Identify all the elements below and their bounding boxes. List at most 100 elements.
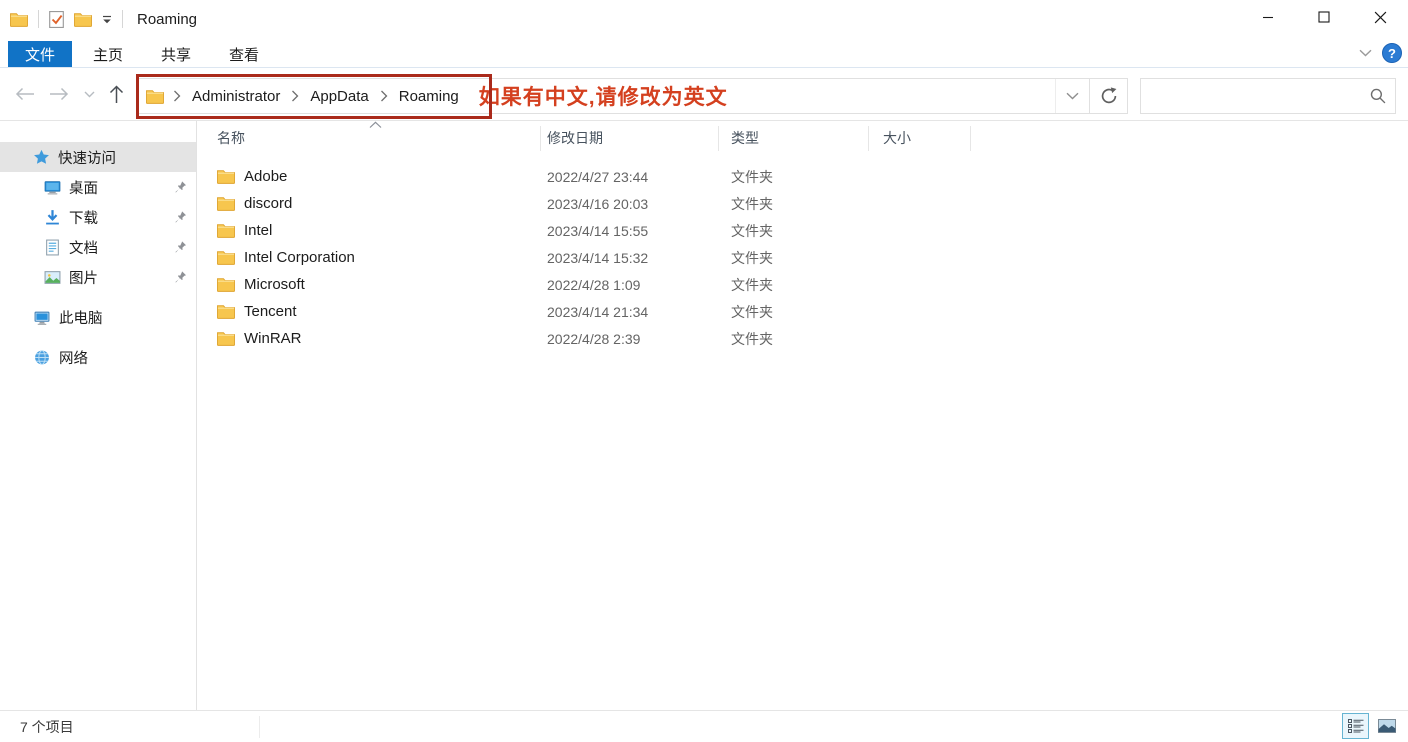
sidebar-item-desktop[interactable]: 桌面 [0,172,196,202]
folder-icon [217,331,235,346]
quick-access-star-icon [33,149,50,166]
titlebar-separator [122,10,123,28]
file-type: 文件夹 [718,221,868,241]
pin-icon[interactable] [174,180,187,193]
pin-icon[interactable] [174,240,187,253]
search-box[interactable] [1140,78,1396,114]
ribbon-tab-bar: 文件 主页 共享 查看 ? [0,38,1408,68]
column-separator[interactable] [868,126,869,151]
breadcrumb-item-roaming[interactable]: Roaming [397,86,461,107]
file-name: Intel Corporation [244,249,355,266]
help-button[interactable]: ? [1382,43,1402,63]
breadcrumb-chevron-icon[interactable] [173,90,181,102]
tab-home[interactable]: 主页 [76,41,140,67]
column-separator[interactable] [718,126,719,151]
column-header-row: 名称 修改日期 类型 大小 [197,123,1408,153]
column-header-type[interactable]: 类型 [718,128,868,148]
column-separator[interactable] [970,126,971,151]
recent-locations-chevron-icon[interactable] [84,91,95,98]
breadcrumb-chevron-icon[interactable] [380,90,388,102]
breadcrumb-item-administrator[interactable]: Administrator [190,86,282,107]
file-type: 文件夹 [718,167,868,187]
folder-icon [217,169,235,184]
main-area: 快速访问 桌面 下载 文档 图片 [0,120,1408,710]
annotation-text: 如果有中文,请修改为英文 [479,81,728,111]
file-date: 2023/4/14 15:32 [540,250,718,266]
pin-icon[interactable] [174,210,187,223]
status-bar: 7 个项目 [0,710,1408,742]
customize-qat-dropdown-icon[interactable] [102,15,112,24]
refresh-icon [1100,87,1118,105]
minimize-button[interactable] [1240,0,1296,34]
tab-share[interactable]: 共享 [144,41,208,67]
folder-icon [217,250,235,265]
file-name: Tencent [244,303,297,320]
table-row[interactable]: Tencent 2023/4/14 21:34 文件夹 [197,298,1408,325]
file-date: 2023/4/14 21:34 [540,304,718,320]
table-row[interactable]: discord 2023/4/16 20:03 文件夹 [197,190,1408,217]
file-name: Intel [244,222,272,239]
table-row[interactable]: Intel Corporation 2023/4/14 15:32 文件夹 [197,244,1408,271]
breadcrumb-item-appdata[interactable]: AppData [308,86,370,107]
tab-view[interactable]: 查看 [212,41,276,67]
address-bar[interactable]: Administrator AppData Roaming 如果有中文,请修改为… [137,78,1128,114]
titlebar-separator [38,10,39,28]
new-folder-icon[interactable] [74,12,92,27]
this-pc-icon [33,309,51,326]
title-bar: Roaming [0,0,1408,38]
sidebar-item-label: 网络 [59,347,88,368]
sidebar-item-downloads[interactable]: 下载 [0,202,196,232]
file-date: 2022/4/28 1:09 [540,277,718,293]
documents-icon [44,239,61,256]
sidebar-item-pictures[interactable]: 图片 [0,262,196,292]
column-header-date-modified[interactable]: 修改日期 [540,128,718,148]
maximize-button[interactable] [1296,0,1352,34]
close-button[interactable] [1352,0,1408,34]
search-input[interactable] [1141,79,1361,113]
sidebar-item-this-pc[interactable]: 此电脑 [0,302,196,332]
sort-ascending-icon[interactable] [369,121,382,129]
tab-file[interactable]: 文件 [8,41,72,67]
search-icon[interactable] [1361,88,1395,104]
breadcrumb-chevron-icon[interactable] [291,90,299,102]
table-row[interactable]: Intel 2023/4/14 15:55 文件夹 [197,217,1408,244]
sidebar-gap [0,292,196,302]
refresh-button[interactable] [1089,79,1127,113]
up-button[interactable] [109,84,124,104]
sidebar-item-quick-access[interactable]: 快速访问 [0,142,196,172]
file-name: WinRAR [244,330,302,347]
table-row[interactable]: Microsoft 2022/4/28 1:09 文件夹 [197,271,1408,298]
back-button[interactable] [14,87,35,101]
thumbnail-view-icon [1378,719,1396,733]
file-name: Microsoft [244,276,305,293]
column-separator[interactable] [540,126,541,151]
file-date: 2022/4/27 23:44 [540,169,718,185]
quick-access-toolbar: Roaming [10,10,197,28]
table-row[interactable]: WinRAR 2022/4/28 2:39 文件夹 [197,325,1408,352]
table-row[interactable]: Adobe 2022/4/27 23:44 文件夹 [197,163,1408,190]
file-type: 文件夹 [718,275,868,295]
file-type: 文件夹 [718,329,868,349]
file-rows: Adobe 2022/4/27 23:44 文件夹 discord 2023/4… [197,163,1408,352]
details-view-button[interactable] [1342,713,1369,739]
thumbnail-view-button[interactable] [1373,713,1400,739]
column-header-name[interactable]: 名称 [197,128,540,148]
downloads-icon [44,209,61,226]
sidebar-item-network[interactable]: 网络 [0,342,196,372]
folder-icon [217,277,235,292]
sidebar-gap [0,332,196,342]
breadcrumb: Administrator AppData Roaming [138,79,461,113]
file-date: 2023/4/14 15:55 [540,223,718,239]
properties-check-icon[interactable] [49,11,64,28]
address-dropdown-button[interactable] [1055,79,1089,113]
forward-button[interactable] [49,87,70,101]
chevron-down-icon [1066,92,1079,100]
pin-icon[interactable] [174,270,187,283]
breadcrumb-folder-icon [146,89,164,104]
file-type: 文件夹 [718,248,868,268]
column-header-size[interactable]: 大小 [868,128,970,148]
item-count: 7 个项目 [20,717,74,737]
sidebar-item-documents[interactable]: 文档 [0,232,196,262]
sidebar-item-label: 文档 [69,237,98,258]
expand-ribbon-chevron-icon[interactable] [1359,49,1372,57]
